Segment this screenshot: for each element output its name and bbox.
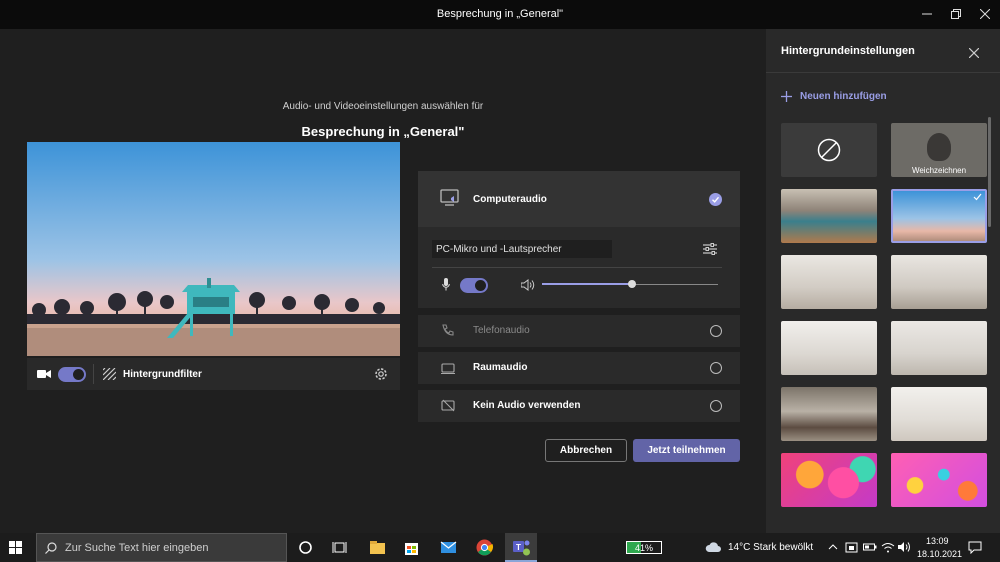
close-icon bbox=[980, 9, 990, 19]
battery-percent: 41% bbox=[634, 543, 653, 553]
join-now-button[interactable]: Jetzt teilnehmen bbox=[633, 439, 740, 462]
clock-time[interactable]: 13:09 bbox=[926, 536, 949, 546]
blur-label: Weichzeichnen bbox=[911, 166, 967, 175]
background-balls-2-option[interactable] bbox=[891, 453, 987, 507]
setup-subtitle: Audio- und Videoeinstellungen auswählen … bbox=[282, 101, 484, 112]
divider bbox=[432, 267, 722, 268]
device-select-value: PC-Mikro und -Lautsprecher bbox=[436, 244, 562, 255]
clock-date[interactable]: 18.10.2021 bbox=[917, 549, 962, 559]
phone-audio-label: Telefonaudio bbox=[473, 325, 530, 336]
computer-audio-option[interactable]: Computeraudio bbox=[418, 171, 740, 227]
computer-audio-icon bbox=[440, 189, 459, 206]
computer-audio-label: Computeraudio bbox=[473, 194, 547, 205]
battery-indicator[interactable]: 41% bbox=[626, 541, 662, 554]
restore-icon bbox=[951, 9, 961, 19]
selected-check-icon bbox=[973, 193, 982, 201]
no-audio-icon bbox=[441, 399, 455, 412]
add-new-button[interactable]: Neuen hinzufügen bbox=[781, 90, 921, 104]
battery-icon[interactable] bbox=[863, 542, 877, 552]
background-office-2-option[interactable] bbox=[781, 387, 877, 441]
cloud-weather-icon bbox=[705, 542, 721, 552]
windows-start-icon[interactable] bbox=[9, 541, 22, 554]
volume-fill bbox=[542, 283, 632, 285]
panel-scrollbar[interactable] bbox=[988, 117, 991, 227]
add-new-label: Neuen hinzufügen bbox=[800, 91, 887, 102]
background-room-5-option[interactable] bbox=[891, 387, 987, 441]
mail-icon[interactable] bbox=[439, 538, 458, 557]
blurred-person-shape bbox=[927, 133, 951, 161]
room-audio-radio[interactable] bbox=[710, 362, 722, 374]
chevron-up-icon[interactable] bbox=[828, 542, 838, 552]
device-select[interactable]: PC-Mikro und -Lautsprecher bbox=[432, 240, 612, 258]
taskbar-search-box[interactable]: Zur Suche Text hier eingeben bbox=[36, 533, 287, 562]
room-audio-option[interactable]: Raumaudio bbox=[418, 352, 740, 384]
restore-button[interactable] bbox=[945, 4, 967, 24]
volume-slider[interactable] bbox=[542, 280, 718, 288]
close-window-button[interactable] bbox=[974, 4, 996, 24]
background-beach-option[interactable] bbox=[891, 189, 987, 243]
weather-text[interactable]: 14°C Stark bewölkt bbox=[728, 542, 813, 553]
volume-thumb[interactable] bbox=[627, 280, 636, 288]
teams-icon: T bbox=[513, 540, 530, 556]
svg-text:T: T bbox=[516, 543, 521, 552]
room-device-icon bbox=[441, 363, 455, 374]
teams-taskbar-button[interactable]: T bbox=[505, 533, 537, 562]
microphone-toggle[interactable] bbox=[460, 278, 488, 293]
background-settings-panel: Hintergrundeinstellungen Neuen hinzufüge… bbox=[766, 29, 1000, 533]
volume-icon[interactable] bbox=[898, 541, 911, 553]
no-background-icon bbox=[817, 138, 841, 162]
no-audio-radio[interactable] bbox=[710, 400, 722, 412]
file-explorer-icon[interactable] bbox=[368, 538, 387, 557]
checkmark-icon bbox=[709, 193, 722, 206]
close-icon[interactable] bbox=[969, 48, 979, 58]
background-room-4-option[interactable] bbox=[891, 321, 987, 375]
task-view-icon[interactable] bbox=[330, 538, 349, 557]
microphone-icon bbox=[442, 278, 450, 291]
speaker-icon bbox=[521, 279, 535, 291]
title-bar: Besprechung in „General" bbox=[0, 0, 1000, 29]
window-title: Besprechung in „General" bbox=[436, 8, 564, 20]
background-none-option[interactable] bbox=[781, 123, 877, 177]
beach-background-image bbox=[27, 142, 400, 356]
cancel-button[interactable]: Abbrechen bbox=[545, 439, 627, 462]
no-audio-option[interactable]: Kein Audio verwenden bbox=[418, 390, 740, 422]
background-balls-1-option[interactable] bbox=[781, 453, 877, 507]
background-filter-button[interactable]: Hintergrundfilter bbox=[123, 369, 202, 380]
phone-audio-option[interactable]: Telefonaudio bbox=[418, 315, 740, 347]
wifi-icon[interactable] bbox=[881, 541, 895, 553]
divider bbox=[766, 72, 1000, 73]
background-room-1-option[interactable] bbox=[781, 255, 877, 309]
background-filter-icon bbox=[103, 368, 116, 380]
preview-control-bar: Hintergrundfilter bbox=[27, 358, 400, 390]
device-settings-icon[interactable] bbox=[703, 243, 717, 255]
room-audio-label: Raumaudio bbox=[473, 362, 528, 373]
taskbar: Zur Suche Text hier eingeben T 41% 14°C … bbox=[0, 533, 1000, 562]
search-placeholder: Zur Suche Text hier eingeben bbox=[65, 542, 209, 554]
chrome-icon[interactable] bbox=[475, 538, 494, 557]
cortana-icon[interactable] bbox=[296, 538, 315, 557]
phone-audio-radio[interactable] bbox=[710, 325, 722, 337]
plus-icon bbox=[781, 91, 792, 102]
search-icon bbox=[45, 542, 57, 554]
gear-icon[interactable] bbox=[374, 367, 388, 381]
divider bbox=[93, 364, 94, 384]
background-room-2-option[interactable] bbox=[891, 255, 987, 309]
minimize-button[interactable] bbox=[916, 4, 938, 24]
background-office-1-option[interactable] bbox=[781, 189, 877, 243]
camera-toggle[interactable] bbox=[58, 367, 86, 382]
background-blur-option[interactable]: Weichzeichnen bbox=[891, 123, 987, 177]
minimize-icon bbox=[922, 13, 932, 15]
store-icon[interactable] bbox=[402, 538, 421, 557]
no-audio-label: Kein Audio verwenden bbox=[473, 400, 581, 411]
panel-title: Hintergrundeinstellungen bbox=[781, 45, 915, 57]
video-camera-icon bbox=[37, 370, 51, 378]
meeting-title: Besprechung in „General" bbox=[301, 124, 465, 139]
computer-audio-panel: Computeraudio PC-Mikro und -Lautsprecher bbox=[418, 171, 740, 308]
video-preview bbox=[27, 142, 400, 356]
notification-icon[interactable] bbox=[968, 541, 982, 554]
phone-icon bbox=[442, 324, 454, 336]
background-room-3-option[interactable] bbox=[781, 321, 877, 375]
security-icon[interactable] bbox=[845, 541, 858, 554]
